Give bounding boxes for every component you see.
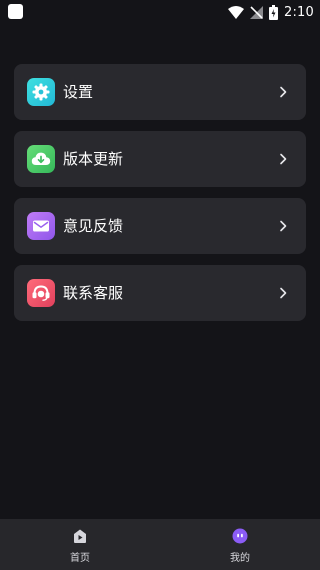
menu-item-feedback[interactable]: 意见反馈 — [14, 198, 306, 254]
chevron-right-icon — [280, 287, 287, 299]
status-time: 2:10 — [284, 4, 314, 20]
status-icons: 2:10 — [228, 3, 314, 21]
battery-icon — [269, 4, 278, 20]
gear-icon — [27, 78, 55, 106]
cloud-download-icon — [27, 145, 55, 173]
wifi-icon — [228, 5, 244, 19]
chevron-right-icon — [280, 220, 287, 232]
profile-icon — [232, 528, 248, 544]
bottom-nav: 首页 我的 — [0, 519, 320, 570]
menu-item-label: 联系客服 — [63, 284, 124, 302]
nav-tab-label: 我的 — [230, 553, 250, 564]
settings-menu: 设置 版本更新 意见反馈 联系客服 — [14, 64, 306, 332]
menu-item-label: 版本更新 — [63, 150, 124, 168]
chevron-right-icon — [280, 153, 287, 165]
no-signal-icon — [250, 5, 263, 19]
nav-tab-mine[interactable]: 我的 — [200, 519, 280, 570]
nav-tab-label: 首页 — [70, 553, 90, 564]
menu-item-customer-service[interactable]: 联系客服 — [14, 265, 306, 321]
menu-item-label: 意见反馈 — [63, 217, 124, 235]
status-bar: 2:10 — [0, 0, 320, 24]
headset-icon — [27, 279, 55, 307]
menu-item-settings[interactable]: 设置 — [14, 64, 306, 120]
chevron-right-icon — [280, 86, 287, 98]
notification-icon — [8, 4, 23, 19]
nav-tab-home[interactable]: 首页 — [40, 519, 120, 570]
menu-item-version-update[interactable]: 版本更新 — [14, 131, 306, 187]
mail-icon — [27, 212, 55, 240]
play-home-icon — [74, 529, 86, 543]
menu-item-label: 设置 — [63, 83, 94, 101]
